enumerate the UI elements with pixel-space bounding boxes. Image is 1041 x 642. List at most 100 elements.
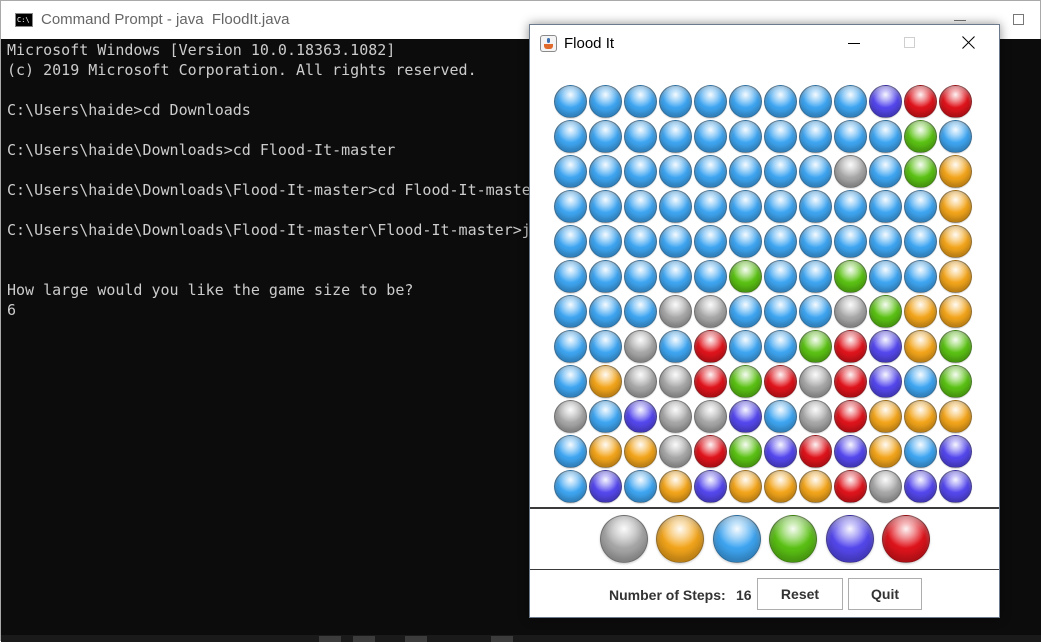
console-line: (c) 2019 Microsoft Corporation. All righ…	[7, 61, 477, 79]
board-cell	[729, 365, 762, 398]
palette-orange-button[interactable]	[656, 515, 705, 563]
palette-green-button[interactable]	[769, 515, 818, 563]
board-cell	[764, 470, 797, 503]
board-cell	[694, 155, 727, 188]
board-cell	[729, 295, 762, 328]
board-cell	[659, 470, 692, 503]
board-cell	[939, 435, 972, 468]
board-cell	[589, 330, 622, 363]
board-cell	[939, 400, 972, 433]
board-cell	[554, 400, 587, 433]
board-cell	[554, 85, 587, 118]
board-cell	[869, 155, 902, 188]
board-cell	[589, 365, 622, 398]
board-cell	[659, 435, 692, 468]
board-cell	[799, 120, 832, 153]
board-cell	[729, 470, 762, 503]
console-line: C:\Users\haide>cd Downloads	[7, 101, 251, 119]
board-cell	[834, 330, 867, 363]
board-cell	[799, 85, 832, 118]
close-icon[interactable]	[960, 33, 978, 51]
board-cell	[799, 225, 832, 258]
reset-button[interactable]: Reset	[757, 578, 843, 610]
board-cell	[904, 470, 937, 503]
steps-label: Number of Steps:	[609, 587, 726, 603]
board-cell	[554, 225, 587, 258]
palette-blue-button[interactable]	[712, 515, 761, 563]
board-cell	[939, 295, 972, 328]
board-cell	[799, 435, 832, 468]
board-cell	[624, 400, 657, 433]
board-cell	[869, 120, 902, 153]
board-cell	[729, 435, 762, 468]
palette-gray-button[interactable]	[600, 515, 648, 563]
board-cell	[764, 330, 797, 363]
console-line: How large would you like the game size t…	[7, 281, 414, 299]
board-cell	[799, 365, 832, 398]
board-cell	[694, 365, 727, 398]
flood-it-window: Flood It Number of Steps: 16 Reset Quit	[529, 24, 1000, 618]
board-cell	[589, 470, 622, 503]
board-cell	[694, 85, 727, 118]
board-cell	[939, 120, 972, 153]
board-cell	[939, 225, 972, 258]
board-cell	[939, 470, 972, 503]
board-cell	[694, 295, 727, 328]
game-board	[553, 84, 973, 504]
flood-window-title: Flood It	[564, 35, 615, 52]
board-cell	[554, 435, 587, 468]
board-cell	[554, 470, 587, 503]
maximize-icon[interactable]	[904, 37, 915, 48]
board-cell	[729, 190, 762, 223]
status-bar: Number of Steps: 16 Reset Quit	[530, 571, 999, 617]
board-cell	[764, 190, 797, 223]
board-cell	[624, 190, 657, 223]
board-cell	[834, 155, 867, 188]
board-cell	[589, 435, 622, 468]
board-cell	[729, 155, 762, 188]
board-cell	[904, 400, 937, 433]
maximize-icon[interactable]	[1013, 14, 1024, 25]
board-cell	[904, 120, 937, 153]
board-cell	[764, 365, 797, 398]
board-cell	[904, 330, 937, 363]
console-line: C:\Users\haide\Downloads>cd Flood-It-mas…	[7, 141, 396, 159]
palette-purple-button[interactable]	[825, 515, 874, 563]
minimize-icon[interactable]	[848, 35, 862, 51]
board-cell	[659, 85, 692, 118]
board-cell	[904, 190, 937, 223]
palette-red-button[interactable]	[882, 515, 930, 563]
board-cell	[589, 295, 622, 328]
board-cell	[764, 295, 797, 328]
board-cell	[869, 85, 902, 118]
board-cell	[694, 260, 727, 293]
java-icon	[540, 35, 557, 52]
taskbar-icon[interactable]	[491, 636, 513, 642]
board-cell	[694, 400, 727, 433]
board-cell	[834, 120, 867, 153]
board-cell	[834, 400, 867, 433]
board-cell	[589, 155, 622, 188]
taskbar-icon[interactable]	[353, 636, 375, 642]
board-cell	[869, 365, 902, 398]
board-cell	[834, 295, 867, 328]
taskbar-icon[interactable]	[319, 636, 341, 642]
board-cell	[659, 225, 692, 258]
board-cell	[589, 260, 622, 293]
board-cell	[939, 190, 972, 223]
board-cell	[799, 155, 832, 188]
board-cell	[589, 225, 622, 258]
board-cell	[764, 400, 797, 433]
taskbar-icon[interactable]	[405, 636, 427, 642]
board-cell	[764, 435, 797, 468]
board-cell	[554, 330, 587, 363]
board-cell	[904, 365, 937, 398]
board-cell	[764, 155, 797, 188]
console-line: 6	[7, 301, 17, 319]
quit-button[interactable]: Quit	[848, 578, 922, 610]
board-cell	[624, 225, 657, 258]
board-cell	[834, 470, 867, 503]
flood-titlebar[interactable]: Flood It	[530, 25, 999, 63]
board-cell	[904, 225, 937, 258]
board-cell	[554, 260, 587, 293]
